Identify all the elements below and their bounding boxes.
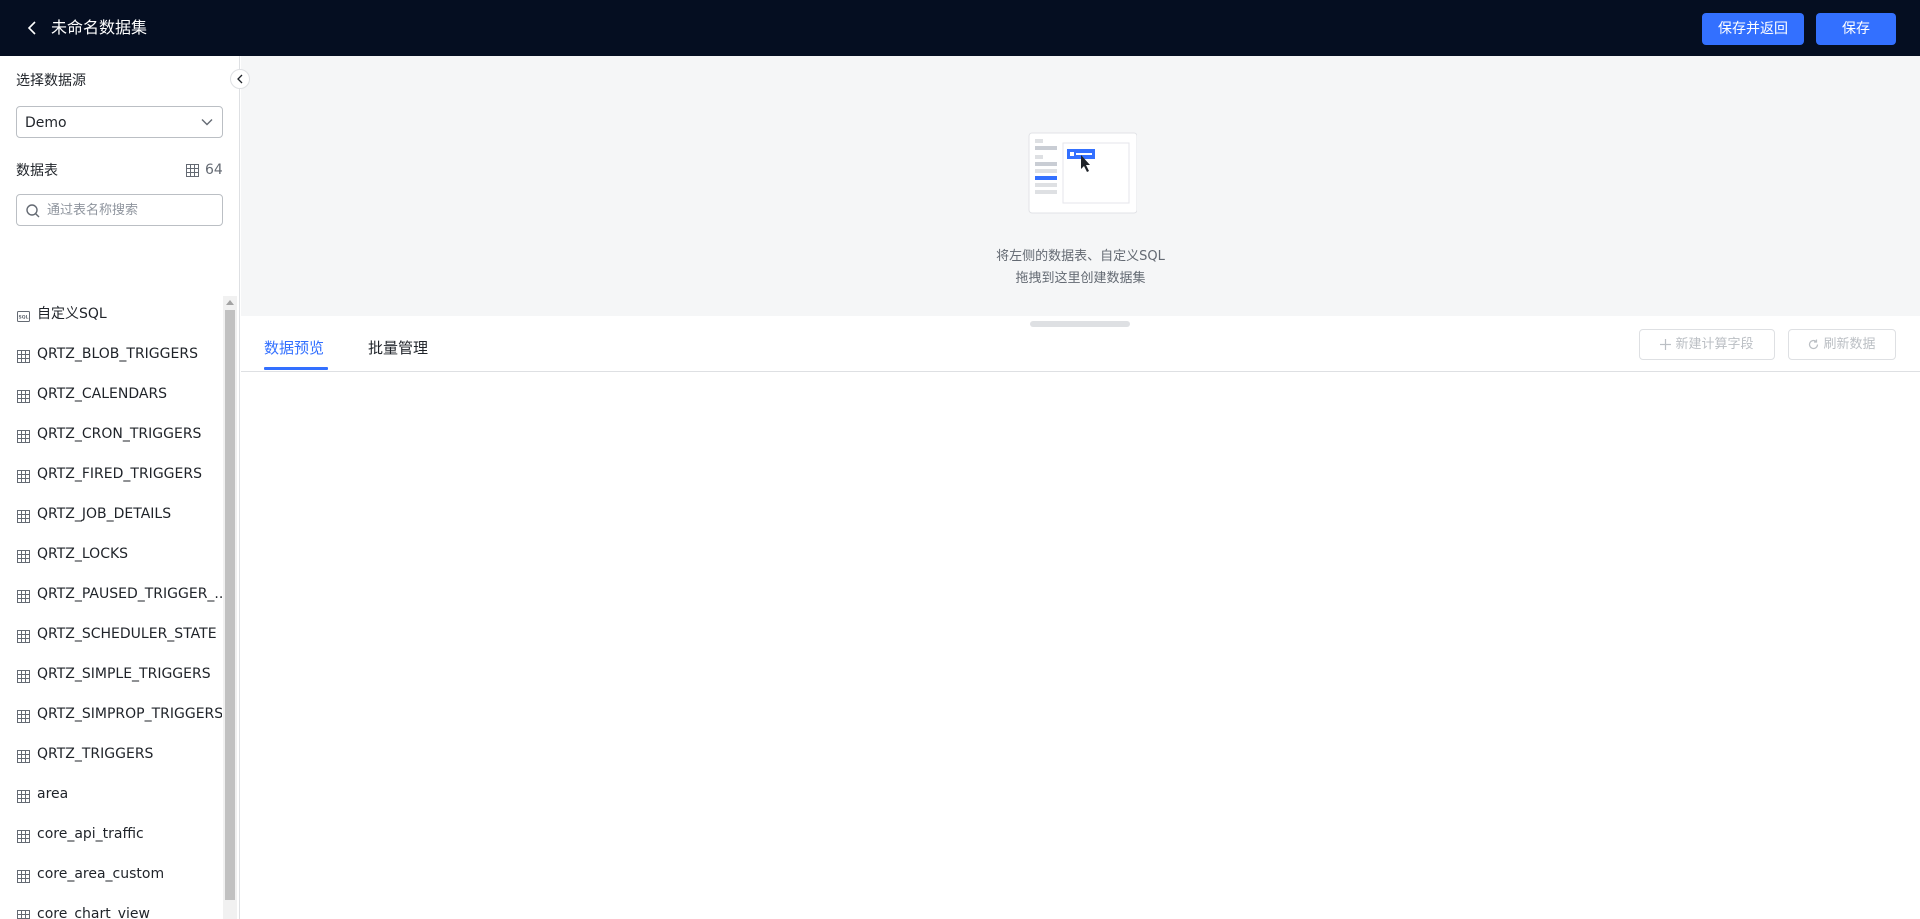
chevron-left-icon	[27, 21, 36, 35]
table-list-item[interactable]: QRTZ_SIMPROP_TRIGGERS	[0, 694, 222, 734]
table-list-item-label: QRTZ_PAUSED_TRIGGER_...	[37, 586, 222, 602]
chevron-left-icon	[237, 74, 243, 84]
table-list-item[interactable]: core_area_custom	[0, 854, 222, 894]
table-icon	[17, 668, 30, 683]
new-calculated-field-button[interactable]: 新建计算字段	[1639, 329, 1775, 360]
table-list-item-label: core_api_traffic	[37, 826, 144, 842]
table-list-item[interactable]: QRTZ_PAUSED_TRIGGER_...	[0, 574, 222, 614]
table-list-item[interactable]: QRTZ_BLOB_TRIGGERS	[0, 334, 222, 374]
table-icon	[17, 828, 30, 843]
table-icon	[17, 908, 30, 919]
scroll-thumb[interactable]	[225, 310, 235, 900]
dataset-title[interactable]: 未命名数据集	[51, 16, 147, 40]
table-icon	[186, 163, 199, 177]
table-list-item[interactable]: QRTZ_CALENDARS	[0, 374, 222, 414]
table-icon	[17, 588, 30, 603]
table-search-box[interactable]	[16, 194, 223, 226]
vertical-scrollbar[interactable]	[223, 296, 237, 919]
refresh-data-button[interactable]: 刷新数据	[1788, 329, 1896, 360]
datasource-sidebar: 选择数据源 Demo 数据表 64 SQL 自定义SQL QRTZ_BLOB_TRI…	[0, 56, 240, 919]
refresh-data-label: 刷新数据	[1823, 337, 1876, 352]
back-button[interactable]	[22, 16, 42, 40]
preview-area	[241, 373, 1920, 919]
table-list-item[interactable]: QRTZ_JOB_DETAILS	[0, 494, 222, 534]
drag-drop-illustration	[1028, 132, 1137, 214]
table-icon	[17, 788, 30, 803]
table-search-input[interactable]	[47, 198, 217, 222]
datasource-select-value: Demo	[25, 115, 67, 131]
table-icon	[17, 868, 30, 883]
table-icon	[17, 708, 30, 723]
active-tab-indicator	[264, 367, 328, 370]
table-list-item-label: QRTZ_SCHEDULER_STATE	[37, 626, 217, 642]
table-icon	[17, 548, 30, 563]
table-list-item-label: 自定义SQL	[37, 306, 107, 322]
table-icon	[17, 748, 30, 763]
table-count-value: 64	[205, 162, 223, 178]
chevron-down-icon	[201, 119, 213, 126]
tab-data-preview[interactable]: 数据预览	[264, 336, 324, 360]
table-list-item[interactable]: core_api_traffic	[0, 814, 222, 854]
table-list-item-label: QRTZ_FIRED_TRIGGERS	[37, 466, 202, 482]
save-and-return-button[interactable]: 保存并返回	[1702, 13, 1804, 45]
table-list-item-label: QRTZ_BLOB_TRIGGERS	[37, 346, 198, 362]
scroll-up-arrow[interactable]	[226, 300, 234, 305]
table-list-item-label: QRTZ_CRON_TRIGGERS	[37, 426, 202, 442]
custom-sql-item[interactable]: SQL 自定义SQL	[0, 294, 222, 334]
table-list-item-label: QRTZ_SIMPROP_TRIGGERS	[37, 706, 222, 722]
table-list-item[interactable]: QRTZ_LOCKS	[0, 534, 222, 574]
table-list-item-label: QRTZ_JOB_DETAILS	[37, 506, 172, 522]
table-list-item-label: QRTZ_TRIGGERS	[37, 746, 154, 762]
tab-batch-manage[interactable]: 批量管理	[368, 336, 428, 360]
table-list-item[interactable]: QRTZ_SCHEDULER_STATE	[0, 614, 222, 654]
datasource-label: 选择数据源	[16, 73, 86, 89]
table-list-item-label: core_area_custom	[37, 866, 165, 882]
table-list-item[interactable]: QRTZ_TRIGGERS	[0, 734, 222, 774]
drop-zone[interactable]: 将左侧的数据表、自定义SQL 拖拽到这里创建数据集	[241, 56, 1920, 316]
table-list-item[interactable]: core_chart_view	[0, 894, 222, 919]
table-list-item-label: core_chart_view	[37, 906, 150, 919]
table-list-item[interactable]: QRTZ_FIRED_TRIGGERS	[0, 454, 222, 494]
plus-icon	[1660, 339, 1672, 350]
top-header: 未命名数据集 保存并返回 保存	[0, 0, 1920, 56]
table-icon	[17, 428, 30, 443]
table-list: SQL 自定义SQL QRTZ_BLOB_TRIGGERS QRTZ_CALENDAR…	[0, 294, 222, 919]
refresh-icon	[1809, 339, 1819, 350]
datasource-select[interactable]: Demo	[16, 106, 223, 138]
table-list-item[interactable]: QRTZ_SIMPLE_TRIGGERS	[0, 654, 222, 694]
table-list-item-label: QRTZ_SIMPLE_TRIGGERS	[37, 666, 211, 682]
table-icon	[17, 468, 30, 483]
table-icon	[17, 348, 30, 363]
table-count: 64	[186, 162, 223, 178]
table-icon	[17, 508, 30, 523]
collapse-sidebar-button[interactable]	[230, 69, 250, 89]
table-icon	[17, 628, 30, 643]
table-icon	[17, 388, 30, 403]
search-icon	[26, 204, 40, 218]
sql-icon: SQL	[17, 308, 30, 322]
save-button[interactable]: 保存	[1816, 13, 1896, 45]
drop-hint-line-1: 将左侧的数据表、自定义SQL	[996, 249, 1165, 264]
tables-label: 数据表	[16, 163, 58, 179]
table-list-item-label: QRTZ_LOCKS	[37, 546, 129, 562]
svg-text:SQL: SQL	[19, 315, 29, 321]
drop-hint-line-2: 拖拽到这里创建数据集	[1015, 271, 1146, 286]
table-list-item-label: area	[37, 786, 69, 802]
table-list-item[interactable]: area	[0, 774, 222, 814]
resize-handle[interactable]	[1030, 321, 1130, 327]
table-list-item-label: QRTZ_CALENDARS	[37, 386, 168, 402]
table-list-item[interactable]: QRTZ_CRON_TRIGGERS	[0, 414, 222, 454]
new-calculated-field-label: 新建计算字段	[1675, 337, 1754, 352]
